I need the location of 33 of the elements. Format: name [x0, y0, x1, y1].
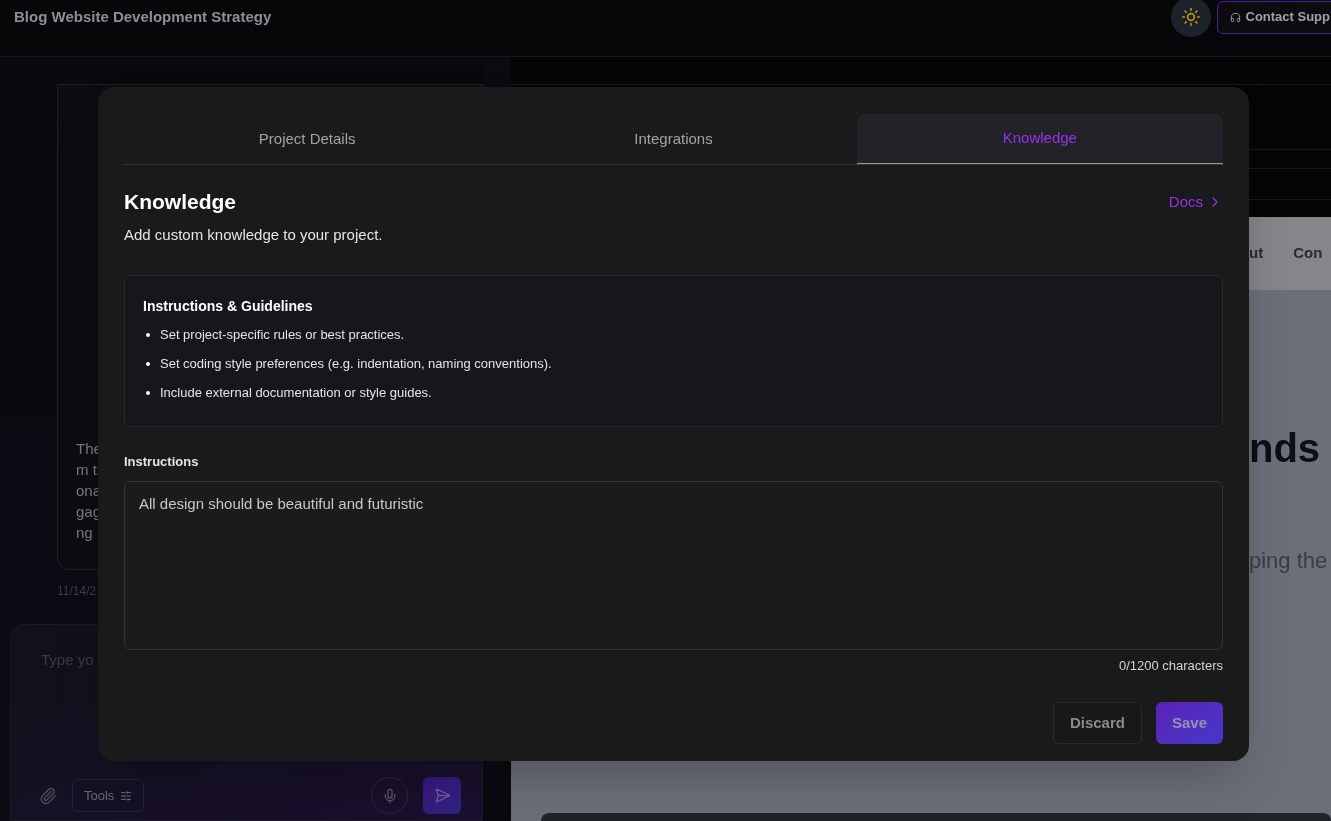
send-button[interactable]	[423, 777, 462, 814]
sliders-icon	[120, 789, 133, 802]
message-text: ng	[76, 523, 93, 543]
headset-icon	[1229, 11, 1241, 23]
tools-button[interactable]: Tools	[72, 779, 145, 812]
docs-link[interactable]: Docs	[1168, 190, 1223, 213]
guidelines-title: Instructions & Guidelines	[143, 297, 314, 316]
send-icon	[433, 787, 451, 804]
discard-button[interactable]: Discard	[1052, 702, 1142, 744]
dialog-title: Knowledge	[124, 189, 236, 215]
preview-heading: nds	[1249, 428, 1322, 468]
guideline-item: Set coding style preferences (e.g. indentation, naming conventions).	[160, 355, 552, 373]
contact-support-button[interactable]: Contact Supp	[1216, 0, 1331, 34]
character-counter: 0/1200 characters	[1118, 656, 1223, 675]
preview-nav-link[interactable]: ut	[1249, 242, 1264, 265]
message-text: m t	[76, 460, 97, 480]
save-button[interactable]: Save	[1155, 702, 1223, 744]
instructions-field[interactable]: All design should be beautiful and futuristic	[124, 480, 1223, 650]
guideline-item: Include external documentation or style guides.	[160, 384, 432, 402]
bullet-icon	[146, 333, 150, 337]
paperclip-icon[interactable]	[39, 786, 57, 805]
project-title: Blog Website Development Strategy	[14, 6, 272, 27]
dialog-tab[interactable]: Integrations	[490, 114, 857, 164]
bullet-icon	[146, 362, 150, 366]
sun-icon	[1180, 7, 1201, 27]
dialog-tab[interactable]: Project Details	[124, 114, 491, 164]
instructions-label: Instructions	[124, 453, 200, 471]
guideline-item: Set project-specific rules or best practices.	[160, 326, 405, 344]
bullet-icon	[146, 391, 150, 395]
dialog-tab[interactable]: Knowledge	[856, 114, 1223, 164]
preview-nav-link[interactable]: Con	[1293, 242, 1323, 265]
theme-toggle[interactable]	[1170, 0, 1211, 37]
dialog-subtitle: Add custom knowledge to your project.	[124, 224, 384, 245]
